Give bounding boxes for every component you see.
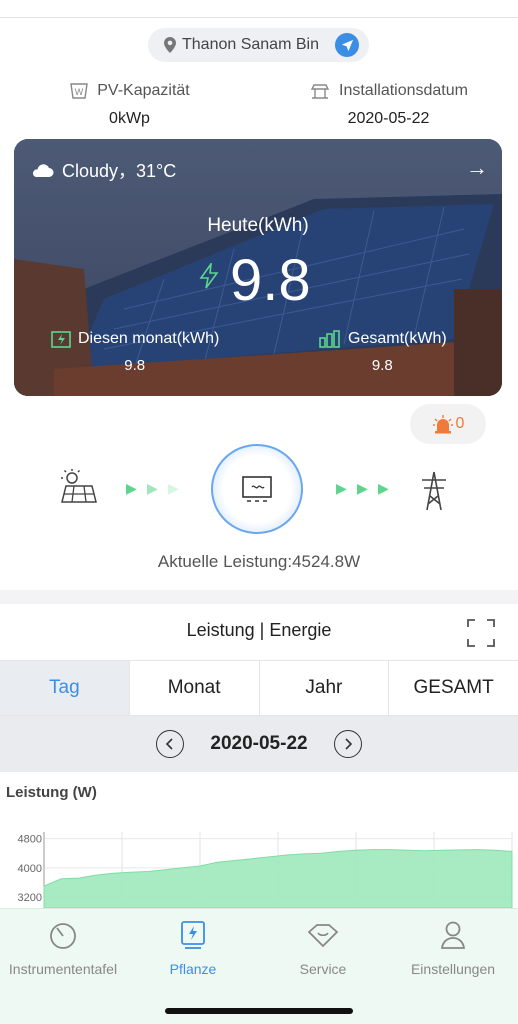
flow-arrow: ▶ (147, 480, 158, 496)
weather-text: Cloudy，31°C (62, 161, 177, 181)
location-name: Thanon Sanam Bin (182, 36, 319, 53)
tab-total[interactable]: GESAMT (389, 661, 518, 715)
divider-band (0, 590, 518, 604)
alarm-siren-icon (432, 415, 453, 434)
install-value: 2020-05-22 (347, 110, 430, 127)
nav-label: Pflanze (169, 961, 217, 977)
nav-plant[interactable]: Pflanze (128, 919, 258, 977)
pv-capacity-icon: W (70, 83, 89, 99)
battery-bolt-icon (51, 331, 71, 348)
tab-day[interactable]: Tag (0, 661, 130, 715)
capacity-value: 0kWp (109, 110, 150, 127)
flow-arrow: ▶ (168, 480, 179, 496)
month-stat: Diesen monat(kWh) 9.8 (50, 329, 219, 374)
power-grid-icon (422, 471, 446, 511)
period-tabs: Tag Monat Jahr GESAMT (0, 660, 518, 716)
total-label: Gesamt(kWh) (348, 330, 447, 347)
chart-y-label: Leistung (W) (6, 784, 97, 801)
nav-dashboard[interactable]: Instrumententafel (0, 919, 128, 977)
bolt-icon (199, 263, 219, 289)
expand-icon[interactable] (466, 618, 496, 648)
nav-label: Service (299, 961, 347, 977)
capacity-info: W PV-Kapazität 0kWp (0, 80, 259, 128)
inverter-button[interactable] (211, 444, 303, 534)
date-navigator: 2020-05-22 (0, 716, 518, 772)
installation-icon (310, 84, 330, 99)
install-label: Installationsdatum (339, 82, 468, 99)
status-strip (0, 0, 518, 18)
tab-label: GESAMT (413, 677, 494, 698)
location-pill[interactable]: Thanon Sanam Bin (148, 28, 369, 62)
capacity-label: PV-Kapazität (97, 82, 190, 99)
power-area-series (43, 849, 513, 908)
cloud-icon (32, 164, 54, 177)
today-label: Heute(kWh) (207, 215, 309, 236)
bars-icon (319, 330, 340, 348)
power-chart: 4800 4000 3200 (18, 832, 513, 908)
tab-label: Tag (49, 677, 80, 698)
month-label: Diesen monat(kWh) (78, 330, 220, 347)
flow-arrow: ▶ (336, 480, 347, 496)
user-icon (440, 921, 466, 949)
solar-panel-icon (61, 469, 97, 503)
tab-label: Jahr (305, 677, 343, 698)
tab-label: Monat (167, 677, 221, 698)
energy-flow: ▶ ▶ ▶ ▶ ▶ ▶ (0, 440, 518, 560)
plant-info-row: W PV-Kapazität 0kWp Installationsdatum 2… (0, 80, 518, 140)
svg-text:W: W (75, 87, 84, 97)
total-value: 9.8 (371, 357, 393, 374)
service-icon (307, 924, 339, 948)
navigate-icon[interactable] (335, 33, 359, 57)
chevron-left-icon (166, 738, 173, 750)
generation-card[interactable]: Cloudy，31°C → Heute(kWh) 9.8 Diesen mona… (14, 139, 502, 396)
flow-arrow: ▶ (378, 480, 389, 496)
section-title: Leistung | Energie (186, 620, 332, 640)
location-pin-icon (164, 37, 176, 53)
plant-icon (181, 921, 205, 949)
nav-label: Einstellungen (410, 961, 496, 977)
current-power: Aktuelle Leistung:4524.8W (157, 552, 361, 571)
month-value: 9.8 (124, 357, 146, 374)
y-tick-label: 4800 (18, 834, 42, 846)
flow-arrow: ▶ (126, 480, 137, 496)
inverter-icon (242, 476, 272, 502)
current-date: 2020-05-22 (210, 733, 308, 754)
prev-date-button[interactable] (156, 730, 185, 758)
flow-arrow: ▶ (357, 480, 368, 496)
arrow-right-icon[interactable]: → (466, 155, 488, 181)
tab-year[interactable]: Jahr (259, 661, 390, 715)
next-date-button[interactable] (333, 730, 362, 758)
alarm-button[interactable]: 0 (410, 404, 486, 444)
home-indicator (165, 1008, 353, 1014)
tab-month[interactable]: Monat (129, 661, 260, 715)
weather-info: Cloudy，31°C (30, 157, 176, 183)
total-stat: Gesamt(kWh) 9.8 (318, 329, 447, 374)
nav-settings[interactable]: Einstellungen (388, 919, 518, 977)
install-info: Installationsdatum 2020-05-22 (259, 80, 518, 128)
chevron-right-icon (345, 738, 352, 750)
bottom-nav: Instrumententafel Pflanze Service Einste… (0, 908, 518, 1024)
nav-service[interactable]: Service (258, 919, 388, 977)
y-tick-label: 4000 (18, 863, 42, 875)
today-value: 9.8 (230, 248, 311, 313)
dashboard-icon (50, 923, 76, 949)
nav-label: Instrumententafel (8, 961, 118, 977)
alarm-count: 0 (455, 415, 465, 432)
y-tick-label: 3200 (18, 892, 42, 904)
